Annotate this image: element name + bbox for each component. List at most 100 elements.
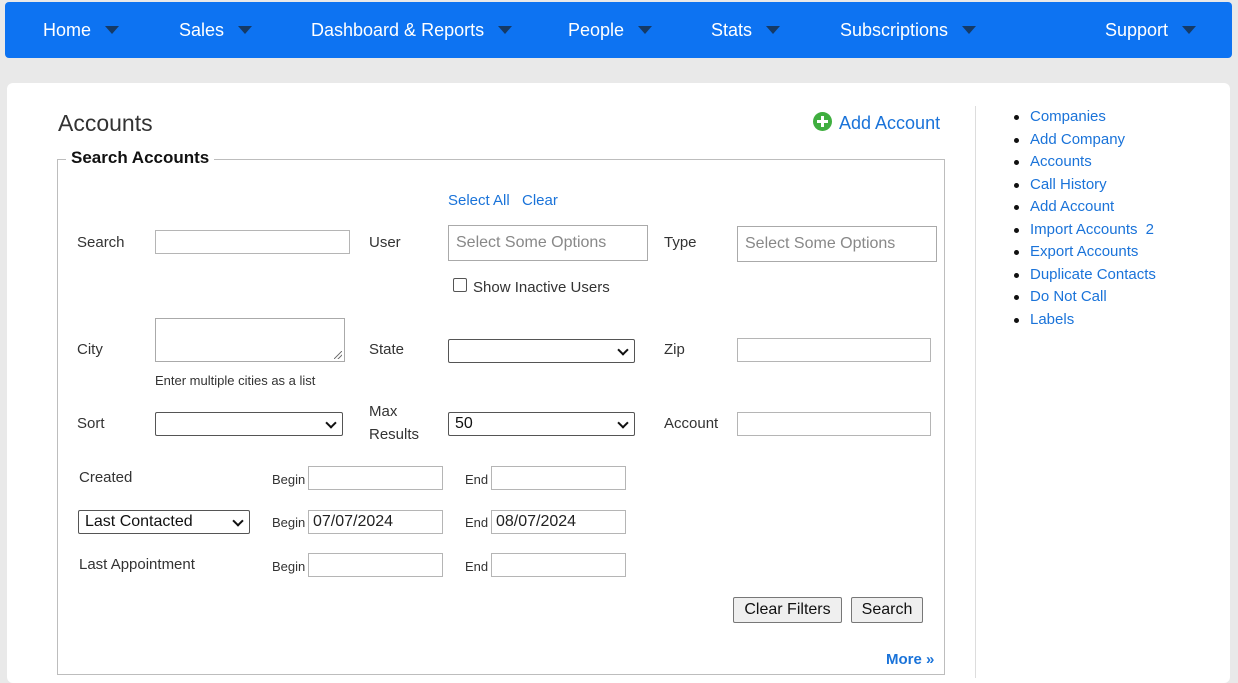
add-account-link[interactable]: Add Account [813, 112, 940, 134]
bullet-icon [1014, 295, 1019, 300]
nav-label: People [568, 20, 625, 40]
add-account-label: Add Account [839, 113, 941, 133]
resize-handle-icon[interactable] [334, 351, 342, 359]
sidebar-link[interactable]: Duplicate Contacts [1030, 266, 1156, 283]
nav-stats[interactable]: Stats [711, 2, 781, 58]
bullet-icon [1014, 115, 1019, 120]
nav-label: Support [1105, 20, 1169, 40]
nav-dashboard-reports[interactable]: Dashboard & Reports [311, 2, 513, 58]
created-begin-input[interactable] [308, 466, 443, 490]
account-label: Account [664, 415, 719, 432]
sidebar-link[interactable]: Add Account [1030, 198, 1114, 215]
clear-filters-button[interactable]: Clear Filters [733, 597, 842, 623]
max-results-select[interactable]: 50 [448, 412, 635, 436]
city-label: City [77, 341, 103, 358]
sidebar-item-companies: Companies [1012, 106, 1156, 129]
nav-label: Dashboard & Reports [311, 20, 485, 40]
more-link[interactable]: More » [886, 651, 934, 668]
sidebar-item-duplicate-contacts: Duplicate Contacts [1012, 264, 1156, 287]
max-results-label-line2: Results [369, 426, 420, 443]
city-textarea[interactable] [155, 318, 345, 362]
last-appointment-end-label: End [465, 559, 489, 574]
sidebar-item-add-account: Add Account [1012, 196, 1156, 219]
add-icon [813, 112, 832, 131]
sidebar-item-accounts: Accounts [1012, 151, 1156, 174]
type-multiselect[interactable]: Select Some Options [737, 226, 937, 262]
caret-down-icon [1182, 26, 1197, 35]
sidebar-link[interactable]: Accounts [1030, 153, 1092, 170]
date-field-select[interactable]: Last Contacted [78, 510, 250, 534]
state-select[interactable] [448, 339, 635, 363]
search-label: Search [77, 234, 125, 251]
last-appointment-end-input[interactable] [491, 553, 626, 577]
bullet-icon [1014, 317, 1019, 323]
created-label: Created [79, 469, 133, 486]
import-count-badge: 2 [1145, 220, 1154, 238]
sidebar-link[interactable]: Companies [1030, 108, 1106, 125]
caret-down-icon [638, 26, 653, 35]
bullet-icon [1014, 182, 1019, 188]
sidebar-links: Companies Add Company Accounts Call Hist… [1012, 106, 1156, 331]
last-contacted-begin-label: Begin [272, 515, 306, 530]
show-inactive-label: Show Inactive Users [473, 279, 610, 296]
nav-label: Stats [711, 20, 753, 40]
bullet-icon [1014, 205, 1019, 210]
sidebar-item-call-history: Call History [1012, 174, 1156, 197]
zip-input[interactable] [737, 338, 931, 362]
chevron-down-icon [232, 515, 244, 527]
show-inactive-checkbox[interactable] [453, 278, 467, 292]
top-nav: Home Sales Dashboard & Reports People St… [5, 2, 1232, 58]
last-contacted-end-input[interactable]: 08/07/2024 [491, 510, 626, 534]
last-contacted-begin-input[interactable]: 07/07/2024 [308, 510, 443, 534]
bullet-icon [1014, 160, 1019, 165]
max-results-value: 50 [455, 415, 473, 432]
sidebar-item-do-not-call: Do Not Call [1012, 286, 1156, 309]
sidebar-link[interactable]: Call History [1030, 176, 1107, 193]
city-help-text: Enter multiple cities as a list [155, 373, 316, 388]
max-results-label-line1: Max [369, 403, 398, 420]
nav-label: Sales [179, 20, 225, 40]
sidebar-link[interactable]: Do Not Call [1030, 288, 1107, 305]
nav-sales[interactable]: Sales [179, 2, 253, 58]
account-input[interactable] [737, 412, 931, 436]
sidebar-link[interactable]: Import Accounts [1030, 221, 1138, 238]
sort-select[interactable] [155, 412, 343, 436]
chevron-down-icon [617, 417, 629, 429]
sidebar-link[interactable]: Export Accounts [1030, 243, 1138, 260]
user-multiselect[interactable]: Select Some Options [448, 225, 648, 261]
zip-label: Zip [664, 341, 685, 358]
user-label: User [369, 234, 401, 251]
search-accounts-legend: Search Accounts [66, 148, 215, 168]
nav-subscriptions[interactable]: Subscriptions [840, 2, 977, 58]
nav-people[interactable]: People [568, 2, 653, 58]
created-begin-label: Begin [272, 472, 306, 487]
nav-support[interactable]: Support [1105, 2, 1197, 58]
column-divider [975, 106, 976, 678]
last-appointment-begin-label: Begin [272, 559, 306, 574]
caret-down-icon [962, 26, 977, 35]
search-input[interactable] [155, 230, 350, 254]
select-all-link[interactable]: Select All [448, 192, 510, 209]
last-contacted-end-label: End [465, 515, 489, 530]
bullet-icon [1014, 227, 1019, 233]
type-label: Type [664, 234, 697, 251]
nav-home[interactable]: Home [43, 2, 120, 58]
bullet-icon [1014, 137, 1019, 143]
clear-link[interactable]: Clear [522, 192, 558, 209]
caret-down-icon [105, 26, 120, 35]
page-title: Accounts [58, 110, 153, 136]
search-button[interactable]: Search [851, 597, 923, 623]
sidebar-link[interactable]: Add Company [1030, 131, 1125, 148]
created-end-input[interactable] [491, 466, 626, 490]
caret-down-icon [766, 26, 781, 35]
sidebar-link[interactable]: Labels [1030, 311, 1074, 328]
nav-label: Subscriptions [840, 20, 949, 40]
caret-down-icon [498, 26, 513, 35]
sidebar-item-labels: Labels [1012, 309, 1156, 332]
date-field-value: Last Contacted [85, 513, 193, 530]
chevron-down-icon [617, 344, 629, 356]
last-appointment-begin-input[interactable] [308, 553, 443, 577]
sidebar-item-export-accounts: Export Accounts [1012, 241, 1156, 264]
nav-label: Home [43, 20, 92, 40]
sidebar-item-import-accounts: Import Accounts 2 [1012, 219, 1156, 242]
